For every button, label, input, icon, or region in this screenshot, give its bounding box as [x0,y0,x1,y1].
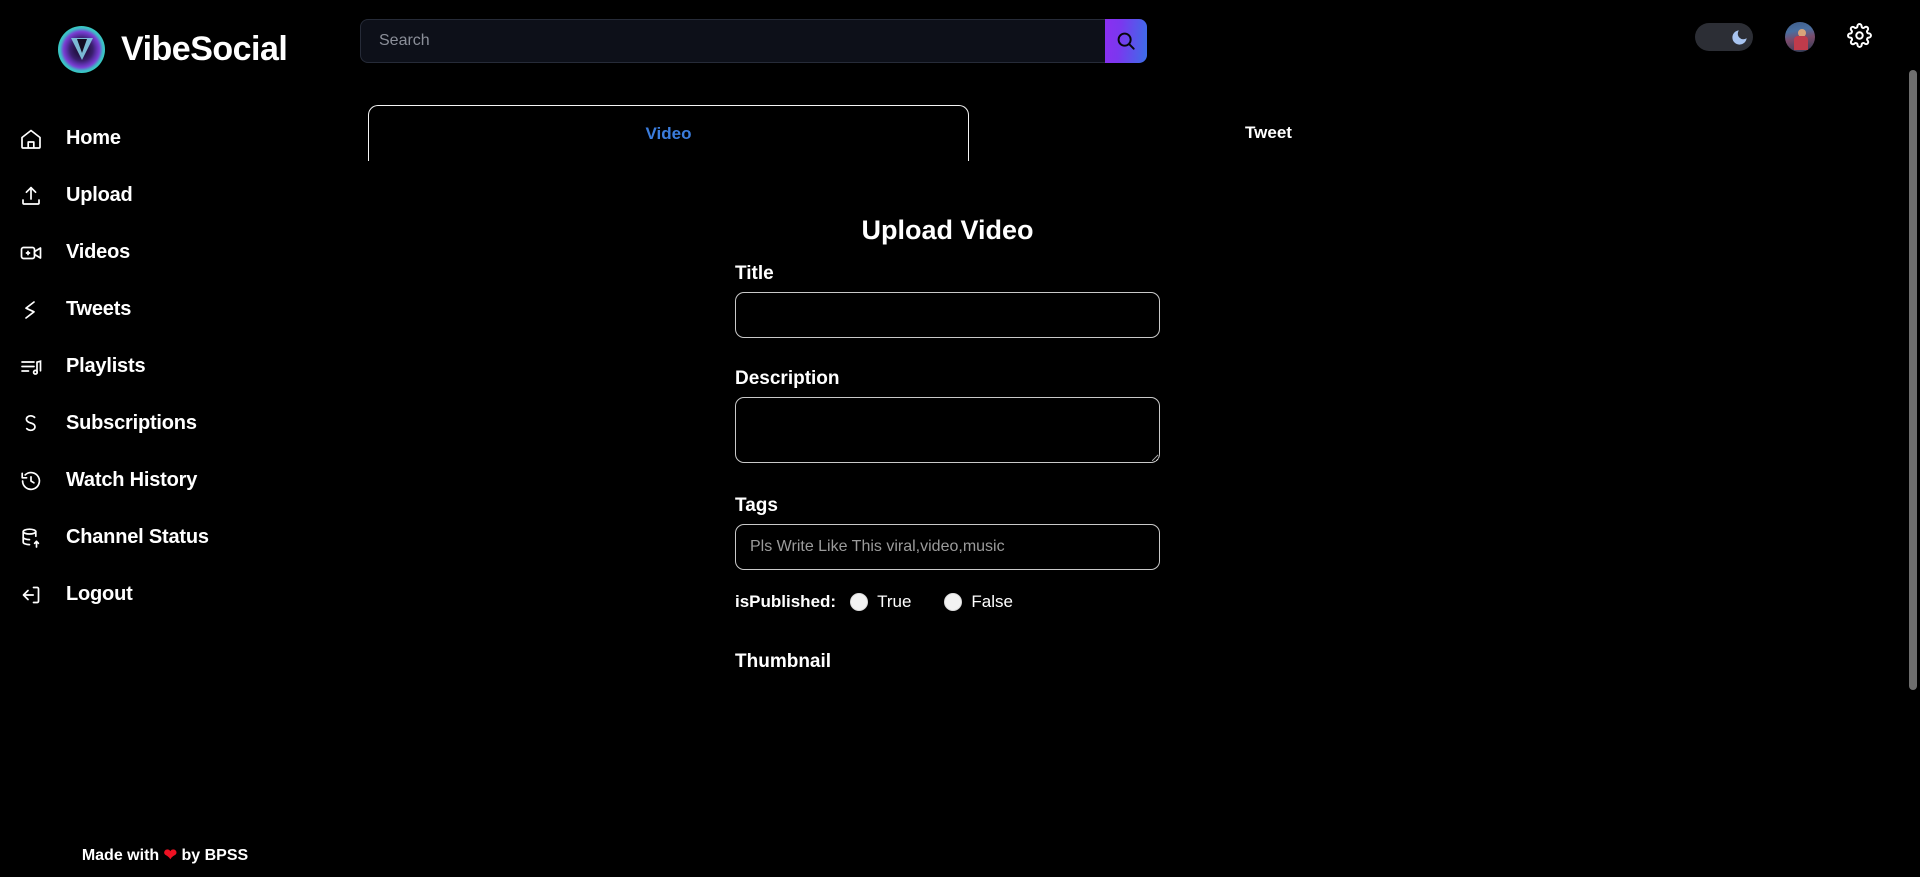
database-stats-icon [18,525,44,551]
content-type-tabs: Video Tweet [368,105,1568,161]
sidebar-item-label: Home [66,127,121,149]
main-content: Video Tweet Upload Video Title Descripti… [330,100,1920,877]
brand-logo[interactable]: VibeSocial [58,26,288,73]
search-bar [360,19,1147,63]
is-published-label: isPublished: [735,592,837,611]
title-input[interactable] [735,292,1160,338]
sidebar-item-watch-history[interactable]: Watch History [0,452,330,509]
header-controls [1695,22,1872,52]
sidebar-item-label: Channel Status [66,526,209,548]
search-icon [1115,30,1137,52]
sidebar-item-label: Watch History [66,469,198,491]
is-published-row: isPublished: True False [735,592,1160,612]
tags-input[interactable] [735,524,1160,570]
clock-history-icon [18,468,44,494]
sidebar-item-tweets[interactable]: Tweets [0,281,330,338]
footer-prefix: Made with [81,847,160,864]
radio-option-false[interactable]: False [944,592,1013,612]
footer-credit: Made with ❤ by BPSS [0,845,330,865]
sidebar-item-label: Logout [66,583,133,605]
footer-suffix: by BPSS [181,847,249,864]
heart-icon: ❤ [163,847,178,864]
sidebar-item-label: Upload [66,184,133,206]
sidebar-nav: Home Upload Videos Tweets Playlists Subs… [0,100,330,877]
tags-label: Tags [735,495,778,516]
radio-false-dot[interactable] [944,593,963,611]
avatar[interactable] [1785,22,1815,52]
sidebar-item-label: Subscriptions [66,412,197,434]
video-camera-icon [18,240,44,266]
radio-false-label: False [971,592,1013,611]
upload-icon [18,183,44,209]
sidebar-item-channel-status[interactable]: Channel Status [0,509,330,566]
description-textarea[interactable] [735,397,1160,463]
page-scrollbar-thumb[interactable] [1909,70,1917,690]
logout-icon [18,582,44,608]
radio-true-label: True [877,592,912,611]
sidebar-item-playlists[interactable]: Playlists [0,338,330,395]
sidebar-item-upload[interactable]: Upload [0,167,330,224]
radio-option-true[interactable]: True [850,592,911,612]
playlist-music-icon [18,354,44,380]
sidebar-item-label: Playlists [66,355,146,377]
dark-mode-toggle[interactable] [1695,23,1753,51]
tweet-icon [18,297,44,323]
sidebar-item-label: Videos [66,241,131,263]
tab-tweet[interactable]: Tweet [969,105,1568,161]
title-label: Title [735,263,774,284]
brand-name: VibeSocial [121,30,288,68]
vibesocial-logo-icon [58,26,105,73]
page-title: Upload Video [861,215,1034,245]
upload-video-form: Upload Video Title Description Tags isPu… [735,215,1160,673]
sidebar-item-subscriptions[interactable]: Subscriptions [0,395,330,452]
radio-true-dot[interactable] [850,593,869,611]
tab-video[interactable]: Video [368,105,969,161]
sidebar-item-videos[interactable]: Videos [0,224,330,281]
gear-icon [1847,23,1872,51]
home-icon [18,126,44,152]
description-label: Description [735,368,840,389]
subscriptions-icon [18,411,44,437]
thumbnail-label: Thumbnail [735,651,832,672]
sidebar-item-home[interactable]: Home [0,110,330,167]
search-button[interactable] [1105,19,1147,63]
sidebar-item-logout[interactable]: Logout [0,566,330,623]
top-header: VibeSocial [0,0,1920,100]
settings-button[interactable] [1847,23,1872,51]
sidebar-item-label: Tweets [66,298,132,320]
page-scrollbar-track[interactable] [1906,0,1920,877]
search-input[interactable] [360,19,1105,63]
moon-icon [1728,26,1750,48]
